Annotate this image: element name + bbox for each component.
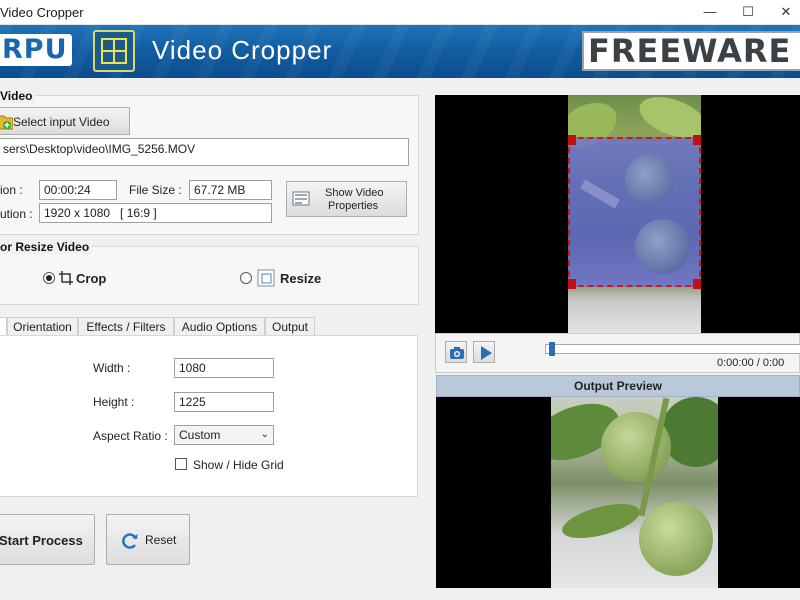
resize-icon <box>257 269 275 287</box>
app-title: Video Cropper <box>152 35 333 65</box>
reset-label: Reset <box>145 533 177 547</box>
crop-radio[interactable] <box>43 272 55 284</box>
duration-field: 00:00:24 <box>39 180 117 200</box>
crop-handle-bl <box>568 279 576 289</box>
close-icon[interactable]: ✕ <box>776 3 796 21</box>
filesize-label: File Size : <box>129 183 182 197</box>
tab-orientation[interactable]: Orientation <box>7 317 78 335</box>
seek-bar[interactable] <box>545 342 800 356</box>
select-input-video-button[interactable]: Select input Video <box>0 107 130 135</box>
camera-icon <box>450 347 464 359</box>
maximize-button[interactable]: ☐ <box>738 3 758 21</box>
crop-handle-br <box>693 279 701 289</box>
input-video-title: Video <box>0 89 36 103</box>
refresh-icon <box>122 533 138 549</box>
duration-label: ion : <box>0 183 23 197</box>
snapshot-button[interactable] <box>445 341 467 363</box>
crop-label[interactable]: Crop <box>76 271 106 286</box>
show-video-properties-button[interactable]: Show Video Properties <box>286 181 407 217</box>
show-grid-label[interactable]: Show / Hide Grid <box>193 458 284 472</box>
input-path-field[interactable]: sers\Desktop\video\IMG_5256.MOV <box>0 138 409 166</box>
play-icon <box>481 346 492 360</box>
folder-icon <box>0 115 13 130</box>
start-process-button[interactable]: Start Process <box>0 514 95 565</box>
width-input[interactable]: 1080 <box>174 358 274 378</box>
source-video-preview[interactable] <box>435 95 800 333</box>
show-grid-checkbox[interactable] <box>175 458 187 470</box>
aspect-ratio-value: Custom <box>179 428 221 442</box>
crop-handle-tr <box>693 135 701 145</box>
tab-crop[interactable] <box>0 317 7 335</box>
output-frame <box>551 397 718 588</box>
player-controls: 0:00:00 / 0:00 <box>435 333 800 373</box>
tab-effects-filters[interactable]: Effects / Filters <box>78 317 174 335</box>
source-frame <box>568 95 701 333</box>
filesize-field: 67.72 MB <box>189 180 272 200</box>
resize-radio[interactable] <box>240 272 252 284</box>
tab-audio-options[interactable]: Audio Options <box>174 317 265 335</box>
crop-selection-box[interactable] <box>568 135 701 289</box>
freeware-badge: FREEWARE <box>582 31 800 71</box>
width-label: Width : <box>93 361 131 375</box>
select-input-video-label: Select input Video <box>13 115 110 129</box>
chevron-down-icon: ⌄ <box>260 429 269 440</box>
height-input[interactable]: 1225 <box>174 392 274 412</box>
properties-icon <box>292 191 310 206</box>
app-banner: RPU Video Cropper FREEWARE <box>0 25 800 78</box>
output-video-preview <box>436 397 800 588</box>
crop-grid-icon <box>93 30 135 72</box>
reset-button[interactable]: Reset <box>106 514 190 565</box>
height-label: Height : <box>93 395 135 409</box>
resize-label[interactable]: Resize <box>280 271 321 286</box>
crop-handle-tl <box>568 135 576 145</box>
aspect-ratio-label: Aspect Ratio : <box>93 429 168 443</box>
mode-title: or Resize Video <box>0 240 93 254</box>
tab-output[interactable]: Output <box>265 317 315 335</box>
rpu-logo: RPU <box>0 34 72 66</box>
aspect-ratio-select[interactable]: Custom ⌄ <box>174 425 274 445</box>
crop-icon <box>59 271 73 285</box>
properties-line2: Properties <box>328 200 379 212</box>
minimize-button[interactable]: — <box>700 3 720 21</box>
seek-thumb[interactable] <box>549 342 555 356</box>
time-readout: 0:00:00 / 0:00 <box>717 357 785 369</box>
window-title: Video Cropper <box>0 5 84 20</box>
play-button[interactable] <box>473 341 495 363</box>
start-process-label: Start Process <box>0 533 83 548</box>
title-bar: Video Cropper — ☐ ✕ <box>0 0 800 25</box>
output-preview-header: Output Preview <box>436 375 800 397</box>
resolution-label: ution : <box>0 207 33 221</box>
resolution-field: 1920 x 1080 [ 16:9 ] <box>39 203 272 223</box>
properties-line1: Show Video <box>325 187 384 199</box>
